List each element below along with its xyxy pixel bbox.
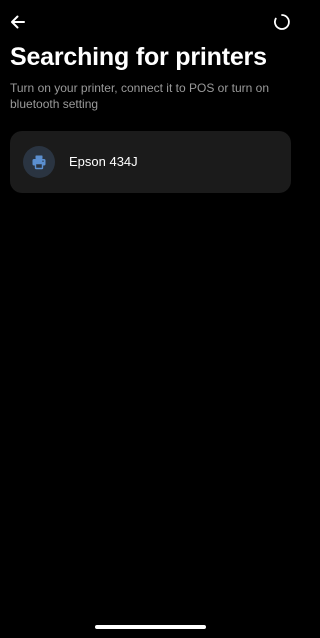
spinner-icon bbox=[274, 14, 290, 30]
top-bar bbox=[0, 0, 301, 44]
arrow-left-icon bbox=[11, 15, 25, 29]
printer-icon bbox=[32, 155, 46, 170]
back-button[interactable] bbox=[8, 12, 28, 32]
page-subtitle: Turn on your printer, connect it to POS … bbox=[10, 81, 270, 111]
page-title: Searching for printers bbox=[10, 43, 267, 71]
printer-list-item[interactable]: Epson 434J bbox=[10, 131, 291, 193]
home-indicator bbox=[95, 625, 206, 629]
printer-name: Epson 434J bbox=[69, 154, 138, 169]
printer-icon-badge bbox=[23, 146, 55, 178]
